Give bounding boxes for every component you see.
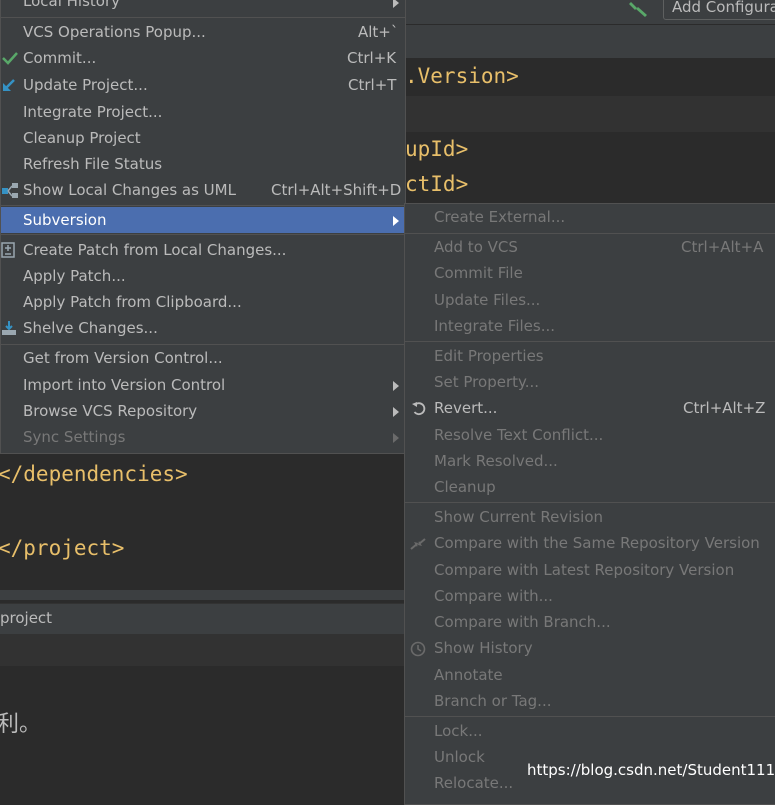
- menu-item-create-external[interactable]: Create External...: [405, 205, 775, 231]
- tool-window-title: project: [0, 609, 53, 627]
- build-hammer-icon[interactable]: [628, 0, 650, 18]
- menu-item-show-history[interactable]: Show History: [405, 636, 775, 662]
- tool-window-header: project: [0, 603, 405, 634]
- menu-item-compare-latest-repository[interactable]: Compare with Latest Repository Version: [405, 558, 775, 584]
- menu-item-compare-same-repository[interactable]: Compare with the Same Repository Version: [405, 531, 775, 557]
- menu-item-compare-with-branch[interactable]: Compare with Branch...: [405, 610, 775, 636]
- code-line-project-close: </project>: [0, 536, 125, 560]
- menu-item-browse-vcs-repository[interactable]: Browse VCS Repository: [1, 399, 405, 425]
- code-line-artifactid: ctId>: [405, 172, 469, 196]
- add-configuration-button[interactable]: Add Configura: [663, 0, 775, 20]
- watermark-text: https://blog.csdn.net/Student111w: [527, 761, 775, 779]
- menu-item-annotate[interactable]: Annotate: [405, 663, 775, 689]
- menu-item-integrate-project[interactable]: Integrate Project...: [1, 100, 405, 126]
- update-arrow-icon: [1, 77, 17, 97]
- menu-item-show-local-changes-uml[interactable]: Show Local Changes as UML Ctrl+Alt+Shift…: [1, 178, 405, 204]
- revert-icon: [411, 401, 427, 421]
- menu-item-mark-resolved[interactable]: Mark Resolved...: [405, 449, 775, 475]
- menu-item-update-project[interactable]: Update Project... Ctrl+T: [1, 73, 405, 99]
- code-line-groupid: upId>: [405, 137, 469, 161]
- code-line-version: .Version>: [405, 64, 519, 88]
- menu-item-set-property[interactable]: Set Property...: [405, 370, 775, 396]
- menu-item-vcs-operations-popup[interactable]: VCS Operations Popup... Alt+`: [1, 20, 405, 46]
- commit-check-icon: [2, 51, 18, 69]
- menu-item-import-into-vcs[interactable]: Import into Version Control: [1, 373, 405, 399]
- console-output: [0, 666, 405, 789]
- menu-item-apply-patch-clipboard[interactable]: Apply Patch from Clipboard...: [1, 290, 405, 316]
- submenu-arrow-icon: [393, 433, 399, 443]
- menu-item-cleanup-project[interactable]: Cleanup Project: [1, 126, 405, 152]
- menu-item-subversion[interactable]: Subversion: [1, 207, 405, 233]
- menu-item-integrate-files[interactable]: Integrate Files...: [405, 314, 775, 340]
- shelve-icon: [1, 320, 17, 340]
- menu-separator: [405, 716, 775, 717]
- submenu-arrow-icon: [393, 0, 399, 8]
- menu-separator: [1, 17, 405, 18]
- subversion-submenu: Create External... Add to VCS Ctrl+Alt+A…: [404, 203, 775, 805]
- menu-item-create-patch[interactable]: Create Patch from Local Changes...: [1, 238, 405, 264]
- menu-separator: [405, 341, 775, 342]
- menu-separator: [1, 344, 405, 345]
- menu-item-branch-or-tag[interactable]: Branch or Tag...: [405, 689, 775, 715]
- menu-item-revert[interactable]: Revert... Ctrl+Alt+Z: [405, 396, 775, 422]
- compare-arrows-icon: [409, 536, 427, 556]
- vcs-menu: Local History VCS Operations Popup... Al…: [0, 0, 406, 454]
- tool-window-toolbar: [0, 634, 405, 666]
- menu-item-update-files[interactable]: Update Files...: [405, 288, 775, 314]
- patch-icon: [1, 242, 15, 262]
- menu-separator: [405, 233, 775, 234]
- menu-separator: [1, 234, 405, 235]
- submenu-arrow-icon: [393, 216, 399, 226]
- menu-item-sync-settings[interactable]: Sync Settings: [1, 425, 405, 451]
- menu-item-show-current-revision[interactable]: Show Current Revision: [405, 505, 775, 531]
- menu-item-add-to-vcs[interactable]: Add to VCS Ctrl+Alt+A: [405, 235, 775, 261]
- menu-separator: [405, 502, 775, 503]
- menu-item-resolve-text-conflict[interactable]: Resolve Text Conflict...: [405, 423, 775, 449]
- editor-scrollbar[interactable]: [0, 590, 405, 600]
- menu-item-get-from-vcs[interactable]: Get from Version Control...: [1, 346, 405, 372]
- menu-item-compare-with[interactable]: Compare with...: [405, 584, 775, 610]
- menu-item-shelve-changes[interactable]: Shelve Changes...: [1, 316, 405, 342]
- menu-item-lock[interactable]: Lock...: [405, 719, 775, 745]
- menu-separator: [1, 205, 405, 206]
- menu-item-apply-patch[interactable]: Apply Patch...: [1, 264, 405, 290]
- menu-item-cleanup[interactable]: Cleanup: [405, 475, 775, 501]
- history-clock-icon: [410, 641, 426, 661]
- menu-item-commit-file[interactable]: Commit File: [405, 261, 775, 287]
- code-line-dependencies-close: </dependencies>: [0, 462, 188, 486]
- menu-item-refresh-file-status[interactable]: Refresh File Status: [1, 152, 405, 178]
- submenu-arrow-icon: [393, 407, 399, 417]
- menu-item-edit-properties[interactable]: Edit Properties: [405, 344, 775, 370]
- uml-diagram-icon: [1, 182, 19, 204]
- submenu-arrow-icon: [393, 381, 399, 391]
- menu-item-commit[interactable]: Commit... Ctrl+K: [1, 46, 405, 72]
- console-text: 利。: [0, 712, 42, 737]
